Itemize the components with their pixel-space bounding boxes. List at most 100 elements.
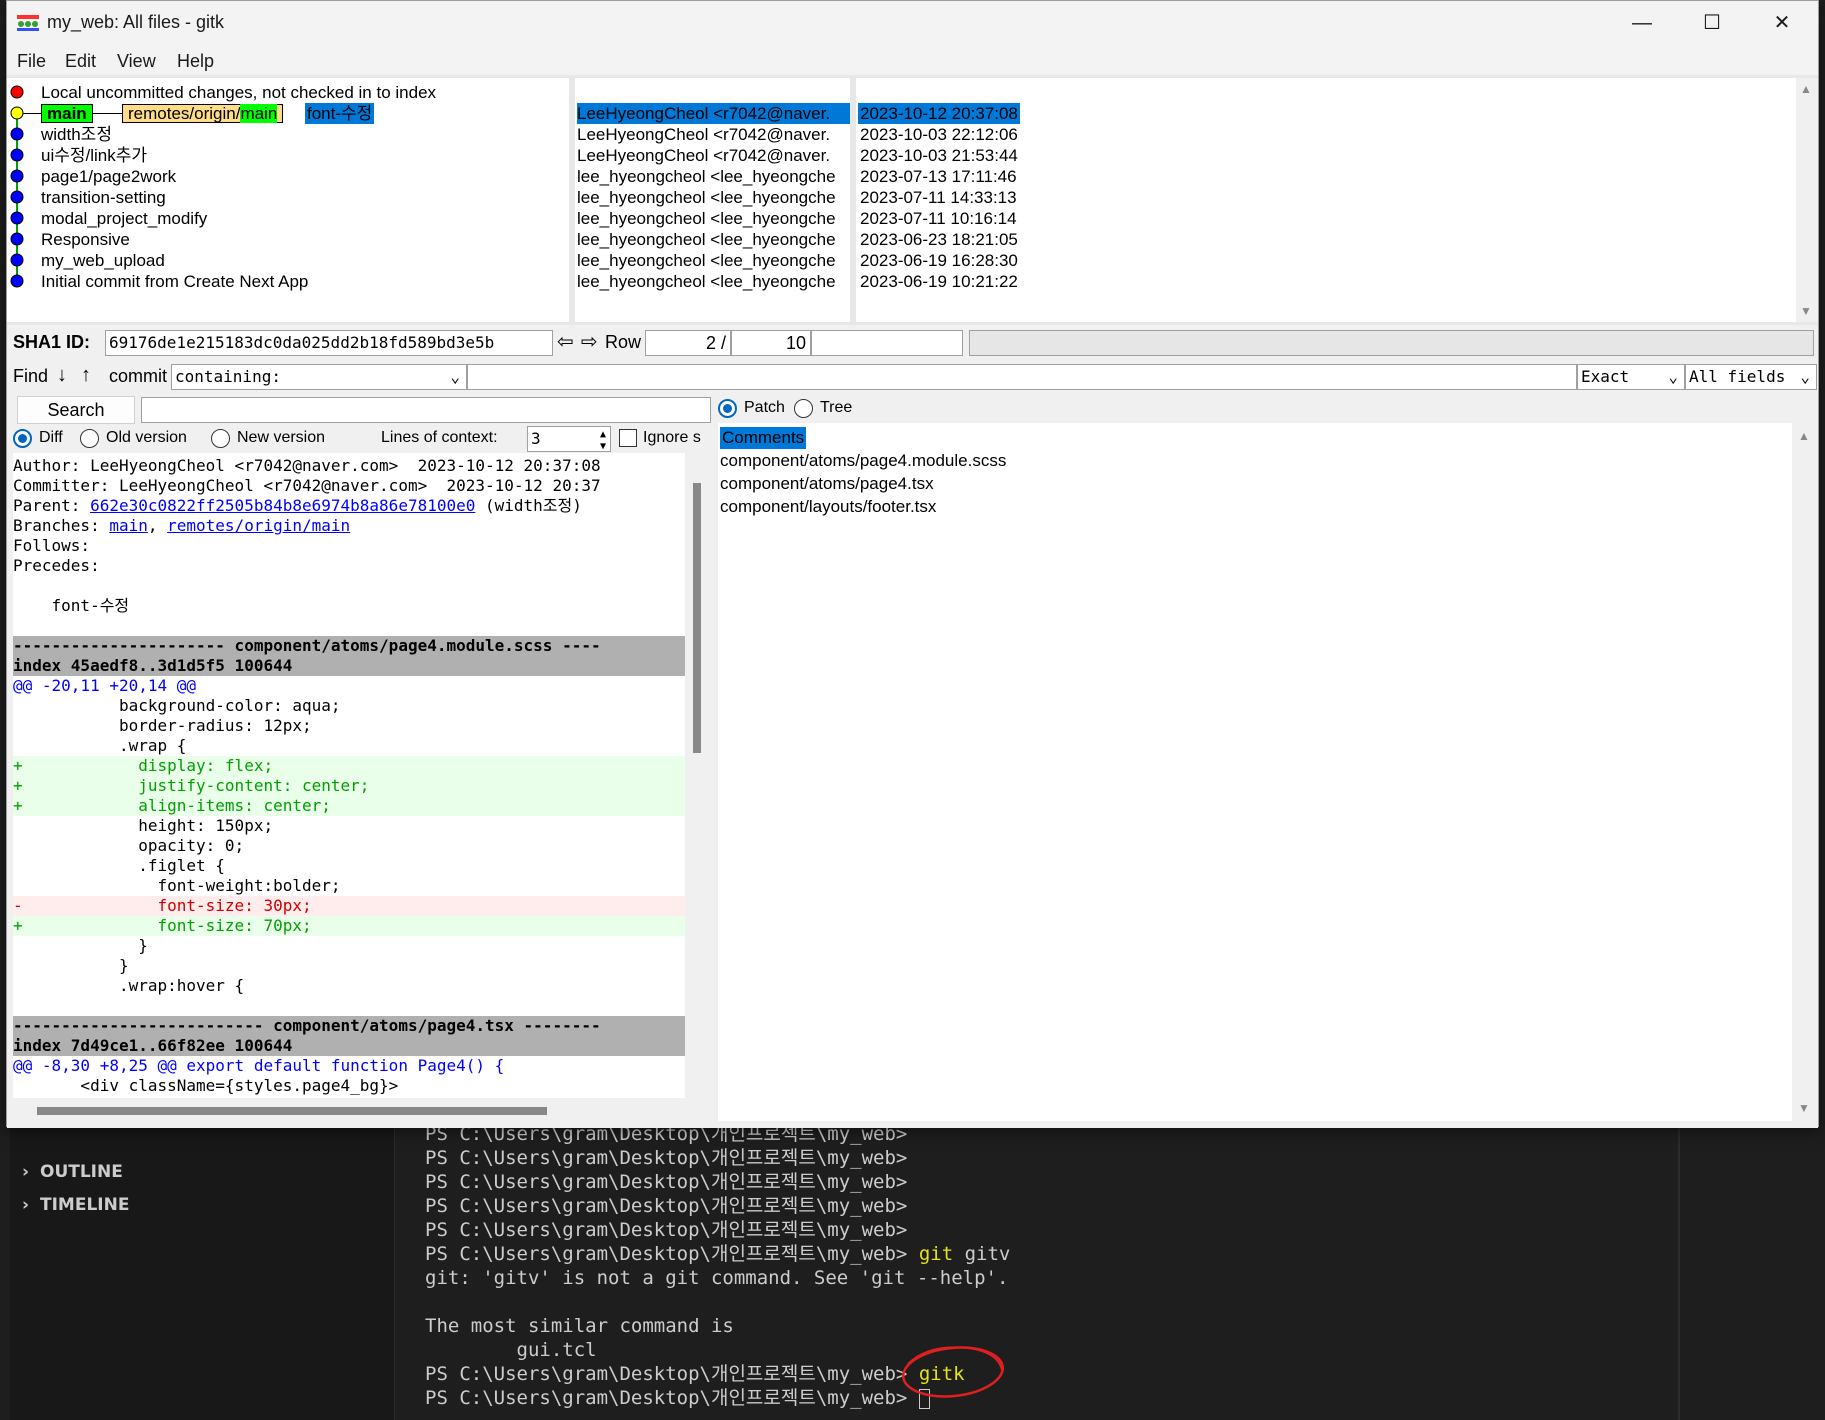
diff-line: Follows: — [13, 536, 685, 556]
diff-text-view[interactable]: Author: LeeHyeongCheol <r7042@naver.com>… — [13, 453, 685, 1098]
commit-node-icon[interactable] — [10, 253, 24, 267]
branch-tag-remote[interactable]: remotes/origin/main — [122, 104, 284, 123]
diff-radio[interactable] — [13, 429, 32, 448]
diff-horizontal-scrollbar[interactable] — [13, 1101, 708, 1121]
commit-author[interactable]: lee_hyeongcheol <lee_hyeongche — [577, 208, 850, 229]
menu-bar: File Edit View Help — [7, 45, 1818, 75]
find-input[interactable] — [467, 364, 1577, 390]
file-list-scrollbar[interactable]: ▲ ▼ — [1794, 423, 1816, 1121]
commit-message[interactable]: transition-setting — [41, 187, 166, 208]
author-pane[interactable]: LeeHyeongCheol <r7042@naver. LeeHyeongChe… — [575, 78, 850, 322]
find-label: Find — [13, 366, 49, 386]
red-annotation-circle — [901, 1346, 1005, 1398]
ignore-whitespace-checkbox[interactable] — [619, 429, 637, 447]
find-match-select[interactable]: Exact ⌄ — [1577, 364, 1685, 390]
sha-input[interactable]: 69176de1e215183dc0da025dd2b18fd589bd3e5b — [105, 330, 553, 356]
back-arrow-icon[interactable]: ⇦ — [557, 329, 574, 354]
commit-date[interactable]: 2023-07-13 17:11:46 — [858, 166, 1019, 187]
tree-radio[interactable] — [794, 399, 813, 418]
find-fields-select[interactable]: All fields ⌄ — [1685, 364, 1817, 390]
title-bar[interactable]: my_web: All files - gitk — ☐ ✕ — [7, 1, 1818, 45]
maximize-button[interactable]: ☐ — [1677, 1, 1747, 45]
find-mode-select[interactable]: containing: ⌄ — [171, 364, 467, 390]
diff-vertical-scrollbar[interactable] — [687, 453, 707, 1098]
file-item[interactable]: component/atoms/page4.tsx — [720, 473, 934, 495]
context-spinbox[interactable]: 3 ▲ ▼ — [527, 426, 611, 452]
commit-link[interactable]: 662e30c0822ff2505b84b8e6974b8a86e78100e0 — [90, 496, 475, 515]
commit-author[interactable]: lee_hyeongcheol <lee_hyeongche — [577, 250, 850, 271]
commit-node-icon[interactable] — [10, 127, 24, 141]
changed-files-list[interactable]: Comments component/atoms/page4.module.scs… — [718, 423, 1792, 1121]
commit-message[interactable]: ui수정/link추가 — [41, 145, 147, 166]
branch-tag-main[interactable]: main — [41, 104, 93, 123]
commit-message[interactable]: width조정 — [41, 124, 112, 145]
scroll-thumb[interactable] — [693, 483, 701, 753]
find-prev-icon[interactable]: ↑ — [81, 364, 91, 387]
commit-message[interactable]: Responsive — [41, 229, 130, 250]
commit-date[interactable]: 2023-10-12 20:37:08 — [858, 103, 1020, 124]
commit-author[interactable]: LeeHyeongCheol <r7042@naver. — [577, 103, 850, 124]
date-pane[interactable]: 2023-10-12 20:37:08 2023-10-03 22:12:06 20… — [856, 78, 1796, 322]
commit-node-icon[interactable] — [10, 232, 24, 246]
scroll-thumb[interactable] — [37, 1107, 547, 1115]
commit-message[interactable]: Initial commit from Create Next App — [41, 271, 308, 292]
patch-radio[interactable] — [718, 399, 737, 418]
search-button[interactable]: Search — [17, 396, 135, 424]
commit-message[interactable]: modal_project_modify — [41, 208, 207, 229]
close-button[interactable]: ✕ — [1747, 1, 1817, 45]
commit-date[interactable]: 2023-07-11 14:33:13 — [858, 187, 1019, 208]
commit-node-icon[interactable] — [10, 169, 24, 183]
menu-edit[interactable]: Edit — [65, 51, 96, 72]
commit-node-icon[interactable] — [10, 106, 24, 120]
scroll-up-icon[interactable]: ▲ — [1800, 82, 1812, 96]
file-item[interactable]: component/atoms/page4.module.scss — [720, 450, 1006, 472]
scroll-up-icon[interactable]: ▲ — [1798, 429, 1810, 443]
commit-date[interactable]: 2023-06-23 18:21:05 — [858, 229, 1020, 250]
commit-message[interactable]: page1/page2work — [41, 166, 176, 187]
comments-item[interactable]: Comments — [720, 427, 807, 449]
commit-author[interactable]: lee_hyeongcheol <lee_hyeongche — [577, 229, 850, 250]
commit-author[interactable]: lee_hyeongcheol <lee_hyeongche — [577, 166, 850, 187]
file-item[interactable]: component/layouts/footer.tsx — [720, 496, 936, 518]
commit-message[interactable]: Local uncommitted changes, not checked i… — [41, 82, 436, 103]
commit-date[interactable]: 2023-06-19 16:28:30 — [858, 250, 1020, 271]
commit-link[interactable]: main — [109, 516, 148, 535]
commit-author[interactable]: lee_hyeongcheol <lee_hyeongche — [577, 187, 850, 208]
commit-author[interactable]: lee_hyeongcheol <lee_hyeongche — [577, 271, 850, 292]
diff-line: Committer: LeeHyeongCheol <r7042@naver.c… — [13, 476, 685, 496]
old-version-radio[interactable] — [80, 429, 99, 448]
commit-node-icon[interactable] — [10, 274, 24, 288]
commit-date[interactable]: 2023-10-03 22:12:06 — [858, 124, 1020, 145]
commit-message[interactable]: font-수정 — [305, 103, 375, 124]
commit-date[interactable]: 2023-10-03 21:53:44 — [858, 145, 1020, 166]
find-next-icon[interactable]: ↓ — [57, 364, 67, 387]
commit-graph-pane[interactable]: Local uncommitted changes, not checked i… — [7, 78, 569, 322]
new-version-radio[interactable] — [211, 429, 230, 448]
commit-node-icon[interactable] — [10, 190, 24, 204]
find-type[interactable]: commit — [109, 366, 167, 387]
spin-down-icon[interactable]: ▼ — [600, 435, 606, 451]
search-input[interactable] — [141, 397, 711, 423]
menu-view[interactable]: View — [117, 51, 156, 72]
commit-date[interactable]: 2023-06-19 10:21:22 — [858, 271, 1020, 292]
branch-link[interactable]: remotes/origin/main — [167, 516, 350, 535]
timeline-section[interactable]: › TIMELINE — [22, 1195, 129, 1215]
minimize-button[interactable]: — — [1607, 1, 1677, 45]
commit-author[interactable]: LeeHyeongCheol <r7042@naver. — [577, 145, 850, 166]
menu-help[interactable]: Help — [177, 51, 214, 72]
diff-line — [13, 576, 685, 596]
forward-arrow-icon[interactable]: ⇨ — [581, 329, 598, 354]
commit-list-scrollbar[interactable]: ▲ ▼ — [1796, 78, 1818, 322]
gitk-window: my_web: All files - gitk — ☐ ✕ File Edit… — [6, 0, 1819, 1128]
scroll-down-icon[interactable]: ▼ — [1800, 304, 1812, 318]
outline-section[interactable]: › OUTLINE — [22, 1162, 123, 1182]
scroll-down-icon[interactable]: ▼ — [1798, 1101, 1810, 1115]
commit-node-icon[interactable] — [10, 85, 24, 99]
commit-node-icon[interactable] — [10, 211, 24, 225]
commit-date[interactable]: 2023-07-11 10:16:14 — [858, 208, 1019, 229]
commit-author[interactable]: LeeHyeongCheol <r7042@naver. — [577, 124, 850, 145]
terminal-output[interactable]: PS C:\Users\gram\Desktop\개인프로젝트\my_web> P… — [425, 1122, 1665, 1420]
commit-message[interactable]: my_web_upload — [41, 250, 165, 271]
commit-node-icon[interactable] — [10, 148, 24, 162]
menu-file[interactable]: File — [17, 51, 46, 72]
